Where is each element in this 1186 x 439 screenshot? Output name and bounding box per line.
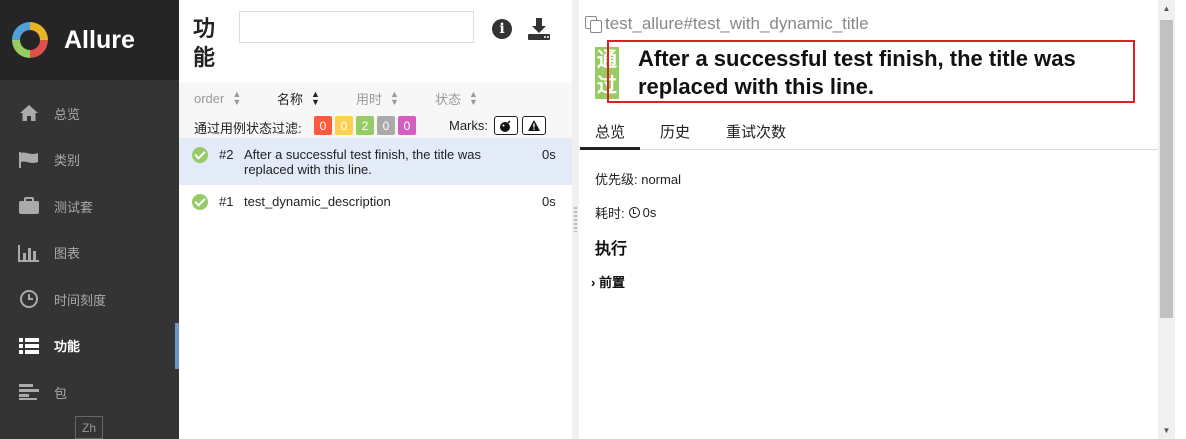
sidebar-item-label: 功能 — [54, 339, 81, 355]
sort-duration-label: 用时 — [356, 91, 383, 107]
list-icon — [18, 336, 40, 356]
skipped-filter-badge[interactable]: 0 — [377, 116, 395, 135]
test-row[interactable]: #2 After a successful test finish, the t… — [179, 138, 572, 185]
sort-by-name[interactable]: 名称 ▲ ▼ — [277, 89, 320, 107]
known-issue-mark-button[interactable] — [522, 116, 546, 135]
execution-heading: 执行 — [595, 241, 628, 258]
panel-splitter[interactable] — [572, 0, 579, 439]
copy-icon[interactable] — [585, 16, 602, 33]
sidebar-item-behaviors[interactable]: 功能 — [0, 322, 179, 370]
sort-icon: ▲ ▼ — [469, 89, 478, 107]
passed-status-icon — [192, 194, 208, 210]
priority-text: 优先级: normal — [595, 172, 681, 187]
marks-label: Marks: — [449, 118, 488, 133]
setup-section-toggle[interactable]: › 前置 — [591, 272, 625, 291]
scroll-thumb[interactable] — [1160, 20, 1173, 318]
download-icon[interactable] — [527, 17, 551, 41]
allure-report-app: Allure 总览 类别 测试套 图表 时间刻度 功能 包 Zh 功能 i or… — [0, 0, 1186, 439]
page-title: 功能 — [193, 16, 216, 70]
warning-icon — [528, 120, 540, 131]
briefcase-icon — [18, 196, 40, 216]
passed-status-icon — [192, 147, 208, 163]
flag-icon — [18, 150, 40, 170]
sidebar-item-label: 图表 — [54, 246, 81, 262]
duration-line: 耗时: 0s — [595, 203, 656, 222]
drag-handle-icon[interactable] — [574, 207, 577, 232]
sidebar-item-categories[interactable]: 类别 — [0, 137, 179, 184]
test-full-name: test_allure#test_with_dynamic_title — [605, 14, 869, 33]
bar-chart-icon — [18, 243, 40, 263]
clock-icon — [628, 207, 640, 218]
sort-status-label: 状态 — [435, 91, 462, 107]
status-filter-label: 通过用例状态过滤: — [194, 121, 302, 136]
sort-icon: ▲ ▼ — [390, 89, 399, 107]
scrollbar[interactable]: ▲ ▼ — [1158, 0, 1175, 439]
breadcrumb: test_allure#test_with_dynamic_title — [585, 14, 869, 34]
test-number: #2 — [219, 147, 234, 162]
sort-name-label: 名称 — [277, 91, 304, 107]
sort-by-duration[interactable]: 用时 ▲ ▼ — [356, 89, 399, 107]
sort-icon: ▲ ▼ — [311, 89, 320, 107]
sidebar-item-label: 类别 — [54, 153, 81, 169]
test-title: test_dynamic_description — [244, 194, 391, 209]
duration-value: 0s — [642, 205, 657, 220]
test-number: #1 — [219, 194, 234, 209]
behaviors-panel: 功能 i order ▲ ▼ 名称 ▲ ▼ 用时 ▲ ▼ 状态 ▲ ▼ 通过用例状态过滤… — [179, 0, 572, 439]
test-title: After a successful test finish, the titl… — [244, 147, 481, 177]
unknown-filter-badge[interactable]: 0 — [398, 116, 416, 135]
sidebar-item-label: 总览 — [54, 106, 81, 122]
sidebar-nav: 总览 类别 测试套 图表 时间刻度 功能 包 — [0, 90, 179, 416]
sort-by-status[interactable]: 状态 ▲ ▼ — [435, 89, 478, 107]
sidebar-item-overview[interactable]: 总览 — [0, 90, 179, 137]
passed-filter-badge[interactable]: 2 — [356, 116, 374, 135]
info-icon[interactable]: i — [492, 19, 512, 39]
home-icon — [18, 103, 40, 123]
tab-overview[interactable]: 总览 — [579, 121, 641, 150]
brand[interactable]: Allure — [0, 0, 179, 80]
align-left-icon — [18, 382, 40, 402]
test-detail-panel: test_allure#test_with_dynamic_title 通过 A… — [579, 0, 1158, 439]
flaky-mark-button[interactable] — [494, 116, 518, 135]
brand-name: Allure — [64, 25, 135, 54]
sort-by-order[interactable]: order ▲ ▼ — [194, 89, 242, 107]
broken-filter-badge[interactable]: 0 — [335, 116, 353, 135]
test-title: After a successful test finish, the titl… — [638, 46, 1076, 99]
tab-history[interactable]: 历史 — [660, 121, 690, 142]
allure-logo-icon — [12, 22, 48, 58]
sort-icon: ▲ ▼ — [232, 89, 242, 107]
sidebar-item-graphs[interactable]: 图表 — [0, 230, 179, 277]
sidebar-item-packages[interactable]: 包 — [0, 369, 179, 416]
search-input[interactable] — [239, 11, 474, 43]
bomb-icon — [500, 119, 511, 132]
language-switch-button[interactable]: Zh — [75, 416, 103, 439]
detail-tabs: 总览 历史 重试次数 — [579, 113, 1158, 150]
failed-filter-badge[interactable]: 0 — [314, 116, 332, 135]
test-duration: 0s — [542, 147, 556, 162]
tab-retries[interactable]: 重试次数 — [726, 121, 786, 142]
scroll-up-icon[interactable]: ▲ — [1158, 0, 1175, 17]
sidebar-item-label: 包 — [54, 385, 68, 401]
sidebar-item-label: 时间刻度 — [54, 292, 107, 308]
sidebar: Allure 总览 类别 测试套 图表 时间刻度 功能 包 Zh — [0, 0, 179, 439]
duration-label: 耗时: — [595, 206, 625, 221]
test-row[interactable]: #1 test_dynamic_description 0s — [179, 185, 572, 217]
scroll-down-icon[interactable]: ▼ — [1158, 422, 1175, 439]
setup-label: 前置 — [598, 275, 625, 290]
sort-order-label: order — [194, 90, 225, 106]
test-duration: 0s — [542, 194, 556, 209]
priority-line: 优先级: normal — [595, 169, 681, 188]
sidebar-item-label: 测试套 — [54, 199, 94, 215]
sidebar-item-timeline[interactable]: 时间刻度 — [0, 276, 179, 323]
sidebar-item-suites[interactable]: 测试套 — [0, 183, 179, 230]
chevron-right-icon: › — [591, 275, 596, 290]
clock-icon — [18, 289, 40, 309]
